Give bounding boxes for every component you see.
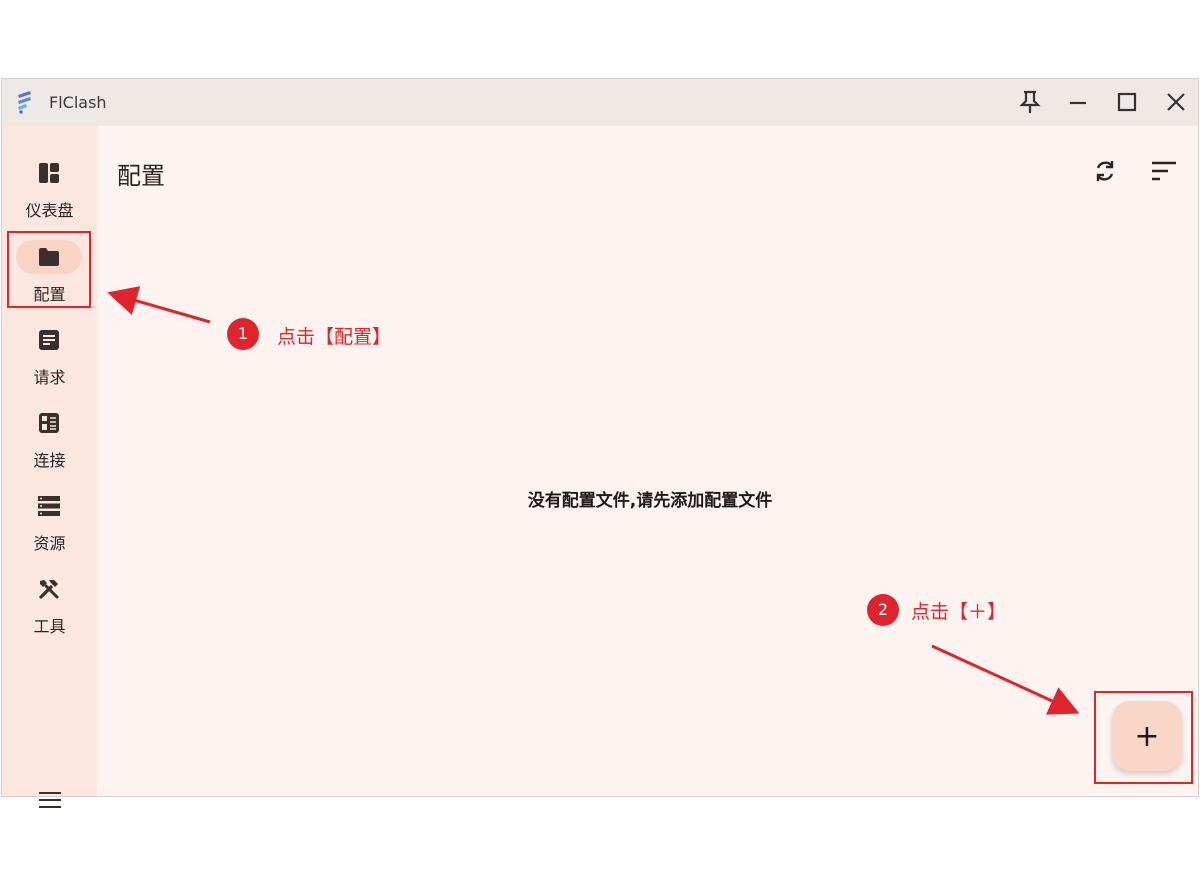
step-2-badge: 2 xyxy=(867,594,899,626)
annotation-arrows xyxy=(107,286,1080,715)
step-1-badge: 1 xyxy=(227,318,259,350)
step-2-text: 点击【＋】 xyxy=(911,601,1007,623)
arrow-to-add xyxy=(931,644,1080,715)
arrow-to-config xyxy=(107,286,211,324)
step-1-text: 点击【配置】 xyxy=(277,326,392,348)
